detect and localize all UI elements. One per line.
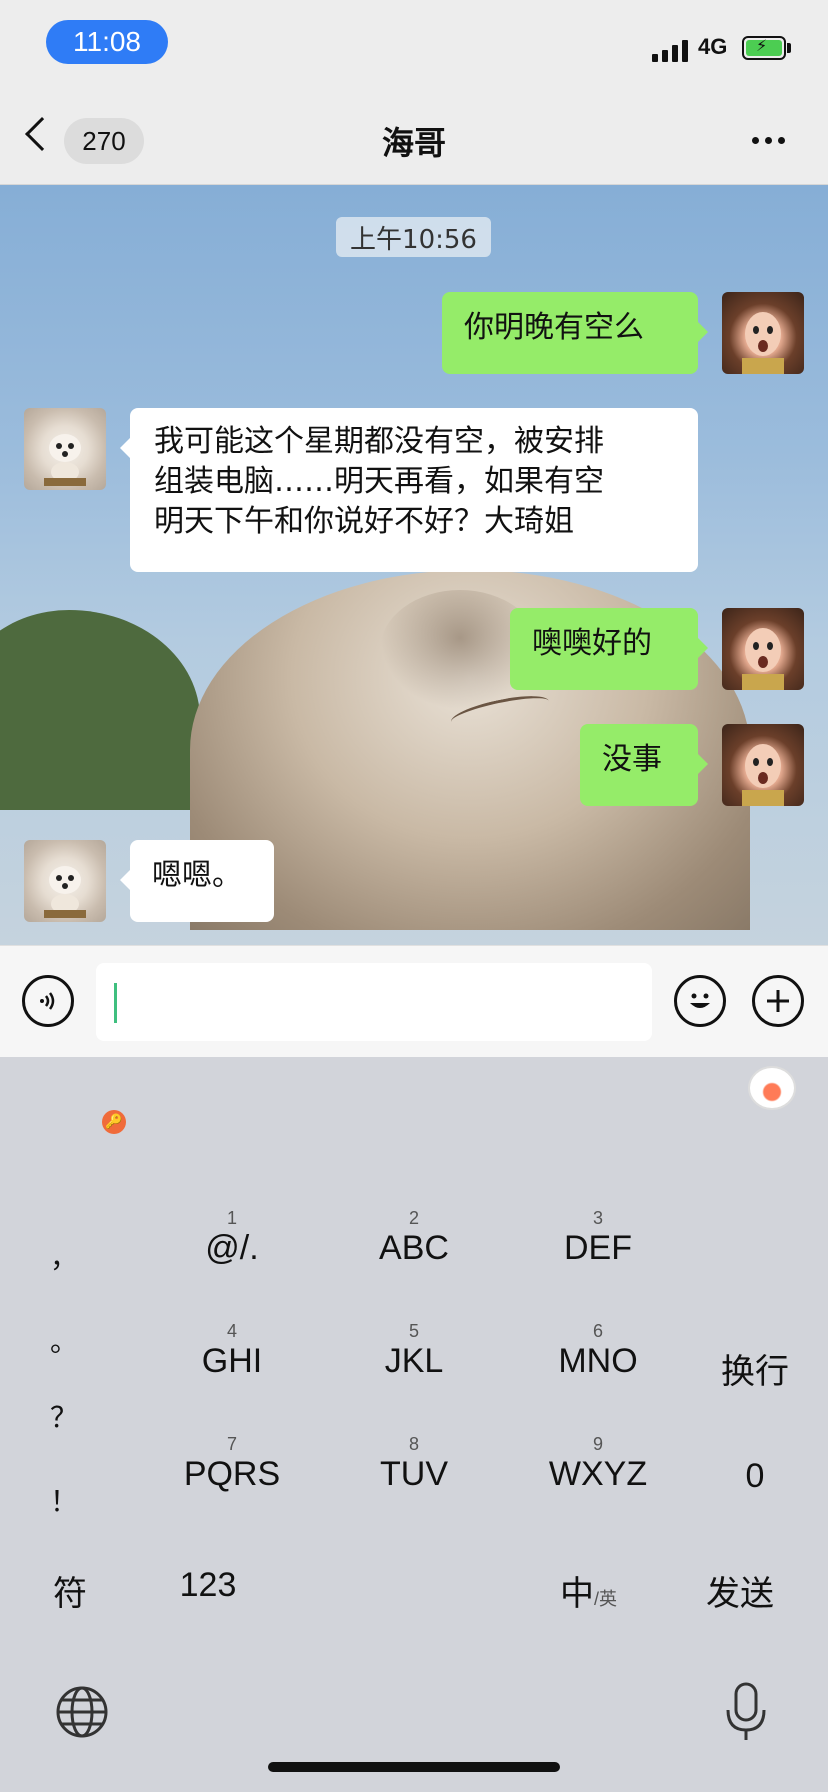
- my-avatar[interactable]: [722, 724, 804, 806]
- key-number: 9: [592, 1434, 603, 1454]
- key-4[interactable]: 4 GHI: [170, 1321, 294, 1381]
- key-number: 2: [408, 1208, 419, 1228]
- punct-period[interactable]: 。: [50, 1320, 78, 1360]
- emoji-icon[interactable]: [674, 975, 726, 1027]
- plus-icon[interactable]: [752, 975, 804, 1027]
- key-label: DEF: [564, 1229, 632, 1267]
- numbers-mode-key[interactable]: 123: [160, 1566, 256, 1605]
- key-label: @/.: [205, 1229, 259, 1267]
- key-label: JKL: [384, 1342, 444, 1380]
- contact-avatar[interactable]: [24, 840, 106, 922]
- my-message-bubble[interactable]: 噢噢好的: [510, 608, 708, 690]
- signal-icon: [652, 38, 692, 62]
- key-7[interactable]: 7 PQRS: [170, 1434, 294, 1494]
- key-8[interactable]: 8 TUV: [352, 1434, 476, 1494]
- message-input[interactable]: [96, 963, 652, 1041]
- key-label: TUV: [380, 1455, 448, 1493]
- key-number: 5: [408, 1321, 419, 1341]
- keyboard: [0, 1057, 828, 1792]
- text-caret: [114, 983, 117, 1023]
- message-text: 嗯嗯。: [152, 858, 242, 893]
- status-time: 11:08: [46, 20, 168, 64]
- key-5[interactable]: 5 JKL: [352, 1321, 476, 1381]
- key-number: 6: [592, 1321, 603, 1341]
- message-line: 明天下午和你说好不好？大琦姐: [154, 504, 574, 539]
- key-label: PQRS: [183, 1455, 281, 1493]
- key-label: ABC: [379, 1229, 449, 1267]
- key-2[interactable]: 2 ABC: [352, 1208, 476, 1268]
- newline-key[interactable]: 换行: [700, 1344, 810, 1393]
- key-number: 3: [592, 1208, 603, 1228]
- message-text: 噢噢好的: [532, 626, 652, 661]
- message-line: 我可能这个星期都没有空，被安排: [154, 424, 604, 459]
- more-options-icon[interactable]: [752, 137, 785, 144]
- microphone-icon[interactable]: [724, 1680, 768, 1744]
- key-6[interactable]: 6 MNO: [536, 1321, 660, 1381]
- chat-title: 海哥: [381, 124, 446, 162]
- key-number: 8: [408, 1434, 419, 1454]
- my-avatar[interactable]: [722, 292, 804, 374]
- key-1[interactable]: 1 @/.: [170, 1208, 294, 1268]
- keyboard-badge-icon[interactable]: 🔑: [102, 1110, 126, 1134]
- key-number: 4: [226, 1321, 237, 1341]
- key-number: 7: [226, 1434, 237, 1454]
- key-label: WXYZ: [548, 1455, 648, 1493]
- contact-message-bubble[interactable]: 我可能这个星期都没有空，被安排 组装电脑……明天再看，如果有空 明天下午和你说好…: [120, 408, 698, 572]
- punct-exclaim[interactable]: ！: [50, 1480, 78, 1520]
- my-message-bubble[interactable]: 没事: [580, 724, 708, 806]
- message-timestamp: 上午10:56: [336, 217, 491, 257]
- key-3[interactable]: 3 DEF: [536, 1208, 660, 1268]
- symbols-key[interactable]: 符: [40, 1566, 100, 1615]
- contact-message-bubble[interactable]: 嗯嗯。: [120, 840, 274, 922]
- contact-avatar[interactable]: [24, 408, 106, 490]
- voice-icon[interactable]: [22, 975, 74, 1027]
- home-indicator: [268, 1762, 560, 1772]
- key-number: 1: [226, 1208, 237, 1228]
- key-9[interactable]: 9 WXYZ: [536, 1434, 660, 1494]
- lang-sub: 英: [599, 1589, 618, 1609]
- my-avatar[interactable]: [722, 608, 804, 690]
- language-switch-key[interactable]: 中/英: [560, 1566, 640, 1615]
- send-key[interactable]: 发送: [690, 1566, 790, 1615]
- message-text: 没事: [602, 742, 662, 777]
- punct-question[interactable]: ？: [50, 1396, 78, 1436]
- lang-main: 中: [560, 1575, 594, 1613]
- my-message-bubble[interactable]: 你明晚有空么: [442, 292, 708, 374]
- globe-icon[interactable]: [54, 1684, 110, 1740]
- key-label: MNO: [558, 1342, 638, 1380]
- message-text: 你明晚有空么: [464, 310, 644, 345]
- punct-comma[interactable]: ，: [50, 1236, 78, 1276]
- network-type: 4G: [698, 34, 728, 59]
- battery-nub: [787, 43, 791, 53]
- battery-icon: [742, 36, 786, 60]
- key-label: GHI: [201, 1342, 263, 1380]
- keyboard-mascot-icon[interactable]: [748, 1066, 796, 1110]
- key-0[interactable]: 0: [700, 1457, 810, 1496]
- message-line: 组装电脑……明天再看，如果有空: [154, 464, 604, 499]
